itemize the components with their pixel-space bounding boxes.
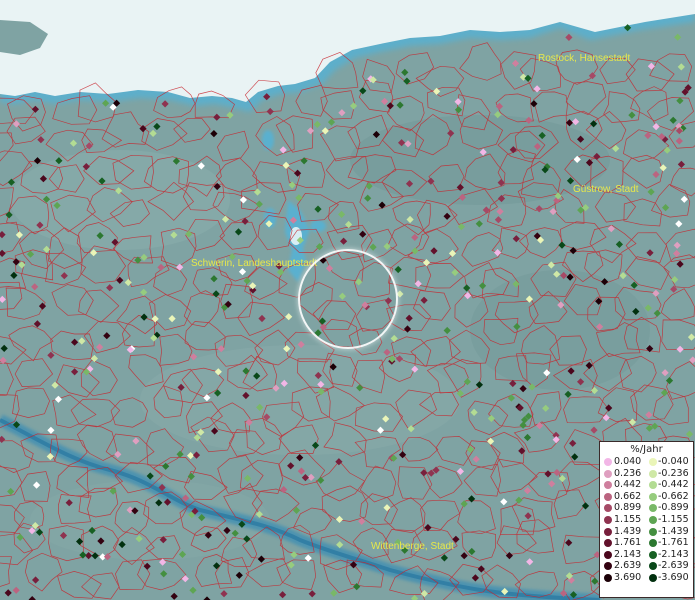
legend-value-positive: 2.143 (614, 548, 642, 560)
selection-circle (298, 249, 398, 349)
legend-row: 0.442 -0.442 (600, 479, 693, 491)
legend-swatch-negative (649, 562, 657, 571)
legend-value-negative: -2.143 (658, 548, 689, 560)
legend-value-positive: 3.690 (614, 571, 642, 583)
legend-swatch-positive (604, 469, 612, 478)
legend-row: 0.236 -0.236 (600, 468, 693, 480)
legend-value-negative: -1.155 (658, 513, 689, 525)
legend-row: 0.899 -0.899 (600, 502, 693, 514)
city-label-guestrow[interactable]: Güstrow, Stadt (573, 184, 639, 195)
legend-row: 3.690 -3.690 (600, 572, 693, 584)
legend-title: %/Jahr (630, 444, 663, 455)
city-label-rostock[interactable]: Rostock, Hansestadt (538, 53, 630, 64)
legend-swatch-negative (649, 539, 657, 548)
legend-value-negative: -0.442 (658, 479, 689, 491)
legend-swatch-negative (649, 515, 657, 524)
city-label-wittenberge[interactable]: Wittenberge, Stadt (371, 541, 454, 552)
legend-swatch-positive (604, 539, 612, 548)
legend-value-negative: -3.690 (658, 571, 689, 583)
legend-value-positive: 1.761 (614, 537, 642, 549)
legend-value-negative: -2.639 (658, 560, 689, 572)
legend-swatch-negative (649, 481, 657, 490)
legend-value-positive: 1.155 (614, 513, 642, 525)
legend-value-positive: 0.236 (614, 467, 642, 479)
legend-swatch-negative (649, 492, 657, 501)
city-label-schwerin[interactable]: Schwerin, Landeshauptstadt (191, 258, 317, 269)
legend-value-positive: 2.639 (614, 560, 642, 572)
legend-row: 2.639 -2.639 (600, 560, 693, 572)
legend-value-negative: -1.761 (658, 537, 689, 549)
legend-row: 1.439 -1.439 (600, 526, 693, 538)
legend-row: 1.761 -1.761 (600, 537, 693, 549)
legend-value-negative: -0.040 (658, 456, 689, 467)
legend-row: 0.040 -0.040 (600, 456, 693, 468)
legend-swatch-positive (604, 573, 612, 582)
legend-swatch-positive (604, 550, 612, 559)
legend-swatch-positive (604, 481, 612, 490)
legend-swatch-positive (604, 562, 612, 571)
legend-swatch-negative (649, 527, 657, 536)
legend-value-positive: 0.040 (614, 456, 642, 467)
legend-value-positive: 1.439 (614, 525, 642, 537)
legend-swatch-negative (649, 573, 657, 582)
legend-row: 2.143 -2.143 (600, 549, 693, 561)
legend-swatch-negative (649, 469, 657, 478)
legend-value-positive: 0.662 (614, 490, 642, 502)
legend-rows: 0.040 -0.040 0.236 -0.236 0.442 -0.442 0.662 -0… (600, 456, 693, 584)
legend-value-positive: 0.442 (614, 479, 642, 491)
legend-row: 1.155 -1.155 (600, 514, 693, 526)
legend-swatch-positive (604, 527, 612, 536)
legend-value-negative: -0.662 (658, 490, 689, 502)
legend-swatch-positive (604, 515, 612, 524)
legend-swatch-positive (604, 504, 612, 513)
legend-swatch-negative (649, 550, 657, 559)
legend-swatch-positive (604, 458, 612, 466)
legend-value-positive: 0.899 (614, 502, 642, 514)
legend-value-negative: -0.899 (658, 502, 689, 514)
legend-swatch-negative (649, 504, 657, 513)
legend-swatch-positive (604, 492, 612, 501)
legend: %/Jahr 0.040 -0.040 0.236 -0.236 0.442 -0.442… (599, 441, 694, 598)
legend-value-negative: -0.236 (658, 467, 689, 479)
legend-swatch-negative (649, 458, 657, 466)
legend-row: 0.662 -0.662 (600, 491, 693, 503)
legend-value-negative: -1.439 (658, 525, 689, 537)
